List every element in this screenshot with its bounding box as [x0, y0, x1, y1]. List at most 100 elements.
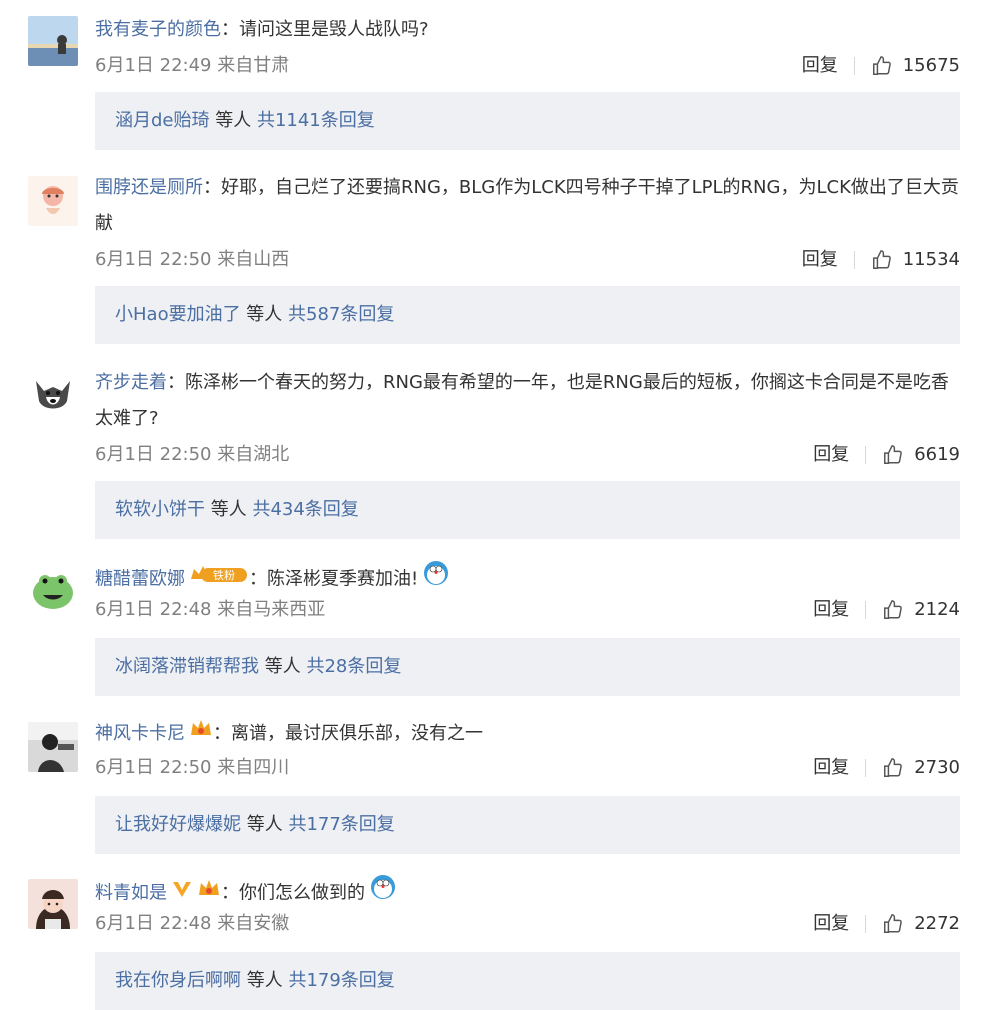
sub-replies-box[interactable]: 软软小饼干 等人 共434条回复 [95, 481, 960, 539]
comment-text: 请问这里是毁人战队吗? [239, 19, 429, 40]
divider [853, 251, 855, 269]
like-count: 6619 [914, 444, 960, 465]
sub-replies-box[interactable]: 冰阔落滞销帮帮我 等人 共28条回复 [95, 638, 960, 696]
sub-replies-box[interactable]: 涵月de贻琦 等人 共1141条回复 [95, 92, 960, 150]
comment-actions: 回复 2272 [813, 912, 960, 936]
like-count: 2272 [914, 913, 960, 934]
crown-badge[interactable] [189, 716, 213, 752]
divider [853, 57, 855, 75]
comment-meta: 6月1日 22:50 来自湖北 [95, 443, 289, 467]
comment-location: 来自湖北 [217, 444, 290, 465]
comment-meta: 6月1日 22:48 来自马来西亚 [95, 598, 325, 622]
comment-time: 6月1日 22:50 [95, 757, 212, 778]
comment-actions: 回复 11534 [802, 248, 960, 272]
like-button[interactable]: 2124 [882, 598, 960, 622]
like-button[interactable]: 11534 [871, 248, 960, 272]
comment-text: 离谱，最讨厌俱乐部，没有之一 [231, 723, 483, 744]
thumbs-up-icon [872, 250, 891, 269]
like-button[interactable]: 15675 [871, 54, 960, 78]
reply-button[interactable]: 回复 [813, 598, 849, 622]
sub-reply-user[interactable]: 冰阔落滞销帮帮我 [115, 656, 259, 677]
avatar[interactable] [28, 371, 78, 421]
username-link[interactable]: 我有麦子的颜色 [95, 19, 221, 40]
like-button[interactable]: 6619 [882, 443, 960, 467]
comment-text: 陈泽彬夏季赛加油! [267, 568, 419, 590]
crown-badge[interactable] [197, 876, 221, 912]
comment-body: 齐步走着：陈泽彬一个春天的努力，RNG最有希望的一年，也是RNG最后的短板，你搁… [95, 372, 949, 429]
comment-meta: 6月1日 22:50 来自四川 [95, 756, 289, 780]
sub-reply-user[interactable]: 让我好好爆爆妮 [115, 814, 241, 835]
others-label: 等人 [209, 110, 257, 131]
avatar[interactable] [28, 16, 78, 66]
sub-replies-box[interactable]: 小Hao要加油了 等人 共587条回复 [95, 286, 960, 344]
comment-time: 6月1日 22:48 [95, 599, 212, 620]
reply-count-link[interactable]: 共177条回复 [288, 814, 394, 835]
thumbs-up-icon [884, 445, 903, 464]
comment-body: 料青如是 ：你们怎么做到的 [95, 873, 965, 914]
reply-count-link[interactable]: 共28条回复 [306, 656, 401, 677]
avatar[interactable] [28, 565, 78, 615]
reply-button[interactable]: 回复 [813, 912, 849, 936]
sub-reply-user[interactable]: 小Hao要加油了 [115, 304, 241, 325]
comment-body: 糖醋蕾欧娜 铁粉 ：陈泽彬夏季赛加油! [95, 559, 965, 600]
divider [865, 759, 867, 777]
doraemon-emoji [369, 873, 397, 914]
reply-count-link[interactable]: 共434条回复 [252, 499, 358, 520]
comment-location: 来自山西 [217, 249, 290, 270]
comment-text: 你们怎么做到的 [239, 882, 365, 904]
comment-body: 围脖还是厕所：好耶，自己烂了还要搞RNG，BLG作为LCK四号种子干掉了LPL的… [95, 177, 959, 234]
username-link[interactable]: 糖醋蕾欧娜 [95, 569, 185, 590]
others-label: 等人 [205, 499, 253, 520]
comment-body: 我有麦子的颜色：请问这里是毁人战队吗? [95, 19, 429, 40]
sub-replies-box[interactable]: 让我好好爆爆妮 等人 共177条回复 [95, 796, 960, 854]
comment-time: 6月1日 22:50 [95, 444, 212, 465]
username-link[interactable]: 神风卡卡尼 [95, 723, 185, 744]
comment-body: 神风卡卡尼 ：离谱，最讨厌俱乐部，没有之一 [95, 716, 965, 752]
reply-count-link[interactable]: 共587条回复 [288, 304, 394, 325]
comment-location: 来自安徽 [217, 913, 290, 934]
like-count: 11534 [902, 249, 960, 270]
reply-button[interactable]: 回复 [813, 443, 849, 467]
divider [865, 446, 867, 464]
comment-actions: 回复 2730 [813, 756, 960, 780]
fan-crown-badge[interactable]: 铁粉 [189, 562, 249, 598]
username-link[interactable]: 齐步走着 [95, 372, 167, 393]
others-label: 等人 [240, 304, 289, 325]
avatar[interactable] [28, 879, 78, 929]
sub-reply-user[interactable]: 我在你身后啊啊 [115, 970, 241, 991]
like-button[interactable]: 2730 [882, 756, 960, 780]
reply-count-link[interactable]: 共179条回复 [288, 970, 394, 991]
others-label: 等人 [241, 970, 289, 991]
comment-meta: 6月1日 22:50 来自山西 [95, 248, 289, 272]
divider [865, 601, 867, 619]
comment-text: 好耶，自己烂了还要搞RNG，BLG作为LCK四号种子干掉了LPL的RNG，为LC… [95, 177, 959, 234]
doraemon-emoji [422, 559, 450, 600]
comment-meta: 6月1日 22:49 来自甘肃 [95, 54, 289, 78]
sub-replies-box[interactable]: 我在你身后啊啊 等人 共179条回复 [95, 952, 960, 1010]
sub-reply-user[interactable]: 涵月de贻琦 [115, 110, 210, 131]
reply-count-link[interactable]: 共1141条回复 [257, 110, 375, 131]
comment-location: 来自马来西亚 [217, 599, 326, 620]
others-label: 等人 [259, 656, 307, 677]
reply-button[interactable]: 回复 [802, 54, 838, 78]
verified-v-badge[interactable] [171, 876, 193, 912]
others-label: 等人 [241, 814, 289, 835]
comment-location: 来自甘肃 [217, 55, 290, 76]
like-count: 15675 [902, 55, 960, 76]
reply-button[interactable]: 回复 [802, 248, 838, 272]
avatar[interactable] [28, 176, 78, 226]
thumbs-up-icon [884, 914, 903, 933]
sub-reply-user[interactable]: 软软小饼干 [115, 499, 205, 520]
comment-actions: 回复 15675 [802, 54, 960, 78]
like-count: 2730 [914, 757, 960, 778]
username-link[interactable]: 围脖还是厕所 [95, 177, 203, 198]
like-button[interactable]: 2272 [882, 912, 960, 936]
comment-time: 6月1日 22:49 [95, 55, 212, 76]
reply-button[interactable]: 回复 [813, 756, 849, 780]
comment-location: 来自四川 [217, 757, 290, 778]
thumbs-up-icon [884, 600, 903, 619]
thumbs-up-icon [884, 758, 903, 777]
avatar[interactable] [28, 722, 78, 772]
svg-text:铁粉: 铁粉 [213, 569, 235, 582]
username-link[interactable]: 料青如是 [95, 883, 167, 904]
